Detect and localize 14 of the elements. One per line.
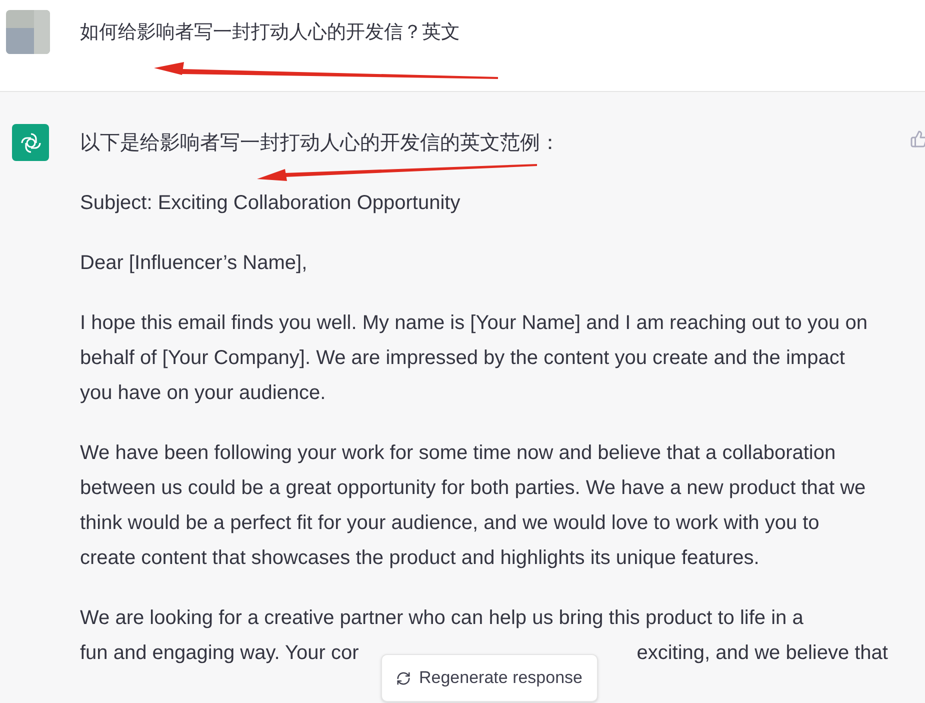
user-avatar bbox=[6, 10, 50, 54]
answer-paragraph: I hope this email finds you well. My name is [Your Name] and I am reaching out to you on behalf of [Your Company]. We are impressed by the content you create and the impact you have on your audience. bbox=[80, 311, 868, 406]
user-question: 如何给影响者写一封打动人心的开发信？英文 bbox=[80, 21, 460, 45]
answer-text-line: fun and engaging way. Your cor bbox=[80, 641, 359, 666]
answer-paragraph: We have been following your work for some time now and believe that a collaboration between us could be a great opportunity for both parties. We have a new product that we think would be a perfect fit for your audience, and we would love to work with you to create content that showcases the product and highlights its unique features. bbox=[80, 441, 867, 571]
regenerate-response-button[interactable]: Regenerate response bbox=[381, 654, 598, 702]
answer-paragraph: Dear [Influencer’s Name], bbox=[80, 251, 308, 276]
refresh-icon bbox=[396, 670, 411, 686]
thumbs-up-icon[interactable] bbox=[910, 130, 925, 148]
assistant-logo-icon bbox=[12, 124, 49, 161]
answer-intro: 以下是给影响者写一封打动人心的开发信的英文范例： bbox=[80, 131, 561, 156]
answer-paragraph: Subject: Exciting Collaboration Opportunity bbox=[80, 191, 462, 216]
answer-text-line: We are looking for a creative partner who can help us bring this product to life in a bbox=[80, 606, 804, 631]
answer-text-line: exciting, and we believe that bbox=[636, 641, 888, 666]
